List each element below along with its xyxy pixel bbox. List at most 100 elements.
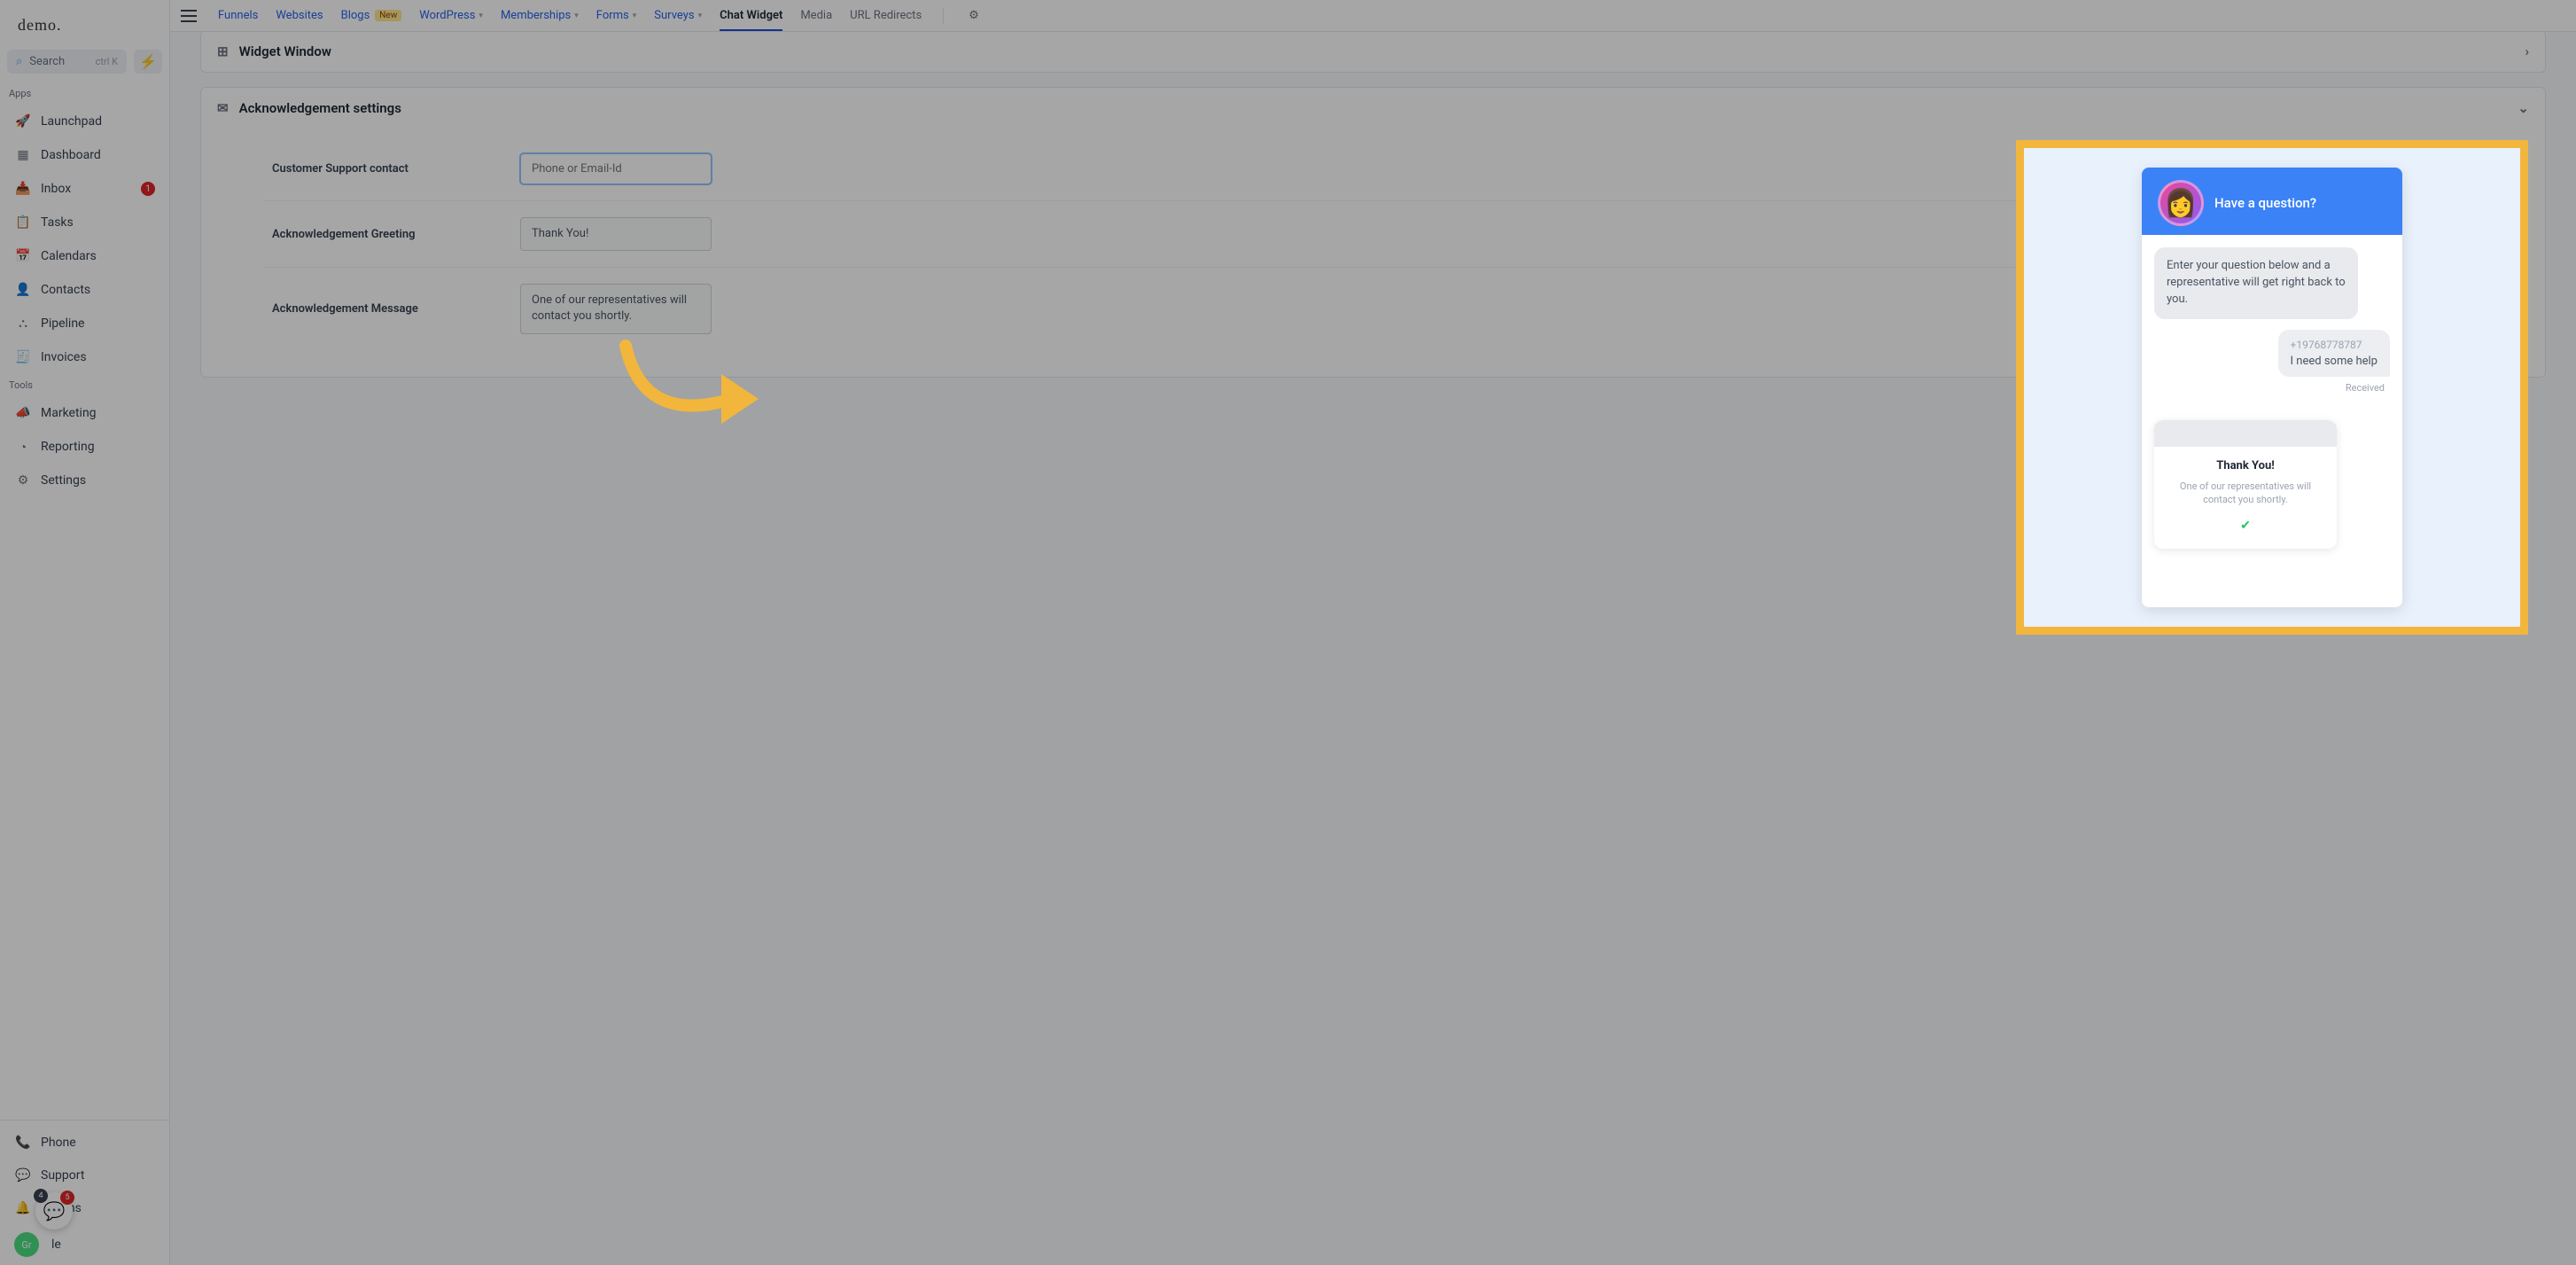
sidebar-item-dashboard[interactable]: ▦ Dashboard	[4, 139, 166, 171]
message-label: Acknowledgement Message	[272, 302, 520, 316]
sidebar-item-calendars[interactable]: 📅Calendars	[4, 240, 166, 272]
greeting-label: Acknowledgement Greeting	[272, 228, 520, 241]
sidebar-item-reporting[interactable]: ◔ Reporting	[4, 431, 166, 463]
chevron-down-icon: ▾	[698, 12, 703, 20]
nav-label: Surveys	[654, 9, 694, 22]
sidebar-item-phone[interactable]: 📞Phone	[4, 1127, 166, 1159]
thanks-desc: One of our representatives will contact …	[2165, 480, 2326, 507]
annotation-arrow	[617, 337, 776, 461]
sidebar-item-settings[interactable]: ⚙ Settings	[4, 465, 166, 496]
float-badge-dark: 4	[34, 1189, 48, 1203]
sidebar-item-inbox[interactable]: 📥 Inbox 1	[4, 173, 166, 205]
sidebar-item-profile[interactable]: Grle	[4, 1225, 166, 1264]
search-label: Search	[29, 55, 65, 68]
chevron-down-icon: ▾	[574, 12, 579, 20]
avatar: Gr	[14, 1232, 39, 1257]
mail-icon: ✉	[217, 100, 229, 116]
invoice-icon: 🧾	[14, 348, 32, 366]
chevron-right-icon: ›	[2525, 43, 2529, 59]
sidebar-item-label: Inbox	[41, 182, 71, 196]
nav-label: Forms	[596, 9, 629, 22]
nav-media[interactable]: Media	[800, 9, 832, 22]
user-phone: +19768778787	[2291, 339, 2378, 351]
contact-icon: 👤	[14, 281, 32, 299]
widget-window-panel: ⊞ Widget Window ›	[200, 32, 2546, 73]
agent-avatar	[2158, 180, 2204, 226]
sidebar-item-label: Reporting	[41, 440, 95, 454]
chevron-down-icon: ▾	[633, 12, 637, 20]
sidebar-item-label: le	[51, 1238, 61, 1252]
sidebar-item-support[interactable]: 💬Support	[4, 1160, 166, 1191]
sidebar-item-marketing[interactable]: 📣Marketing	[4, 397, 166, 429]
thanks-card: Thank You! One of our representatives wi…	[2154, 420, 2337, 550]
gear-icon: ⚙	[969, 9, 979, 22]
settings-gear[interactable]: ⚙	[969, 9, 979, 22]
panel-header-ack-settings[interactable]: ✉ Acknowledgement settings ⌄	[201, 88, 2545, 129]
floating-chat-button[interactable]: 💬 4 5	[35, 1192, 73, 1230]
sidebar: demo. ⌕ Search ctrl K ⚡ Apps 🚀Launchpad …	[0, 0, 170, 1265]
nav-surveys[interactable]: Surveys ▾	[654, 9, 702, 22]
chat-widget-preview: Have a question? Enter your question bel…	[2142, 168, 2402, 607]
sidebar-item-launchpad[interactable]: 🚀 Launchpad	[4, 105, 166, 137]
report-icon: ◔	[14, 438, 32, 456]
nav-label: Memberships	[501, 9, 571, 22]
intro-bubble: Enter your question below and a represen…	[2154, 247, 2358, 319]
sidebar-apps-label: Apps	[0, 82, 169, 105]
sidebar-item-pipeline[interactable]: ⛬ Pipeline	[4, 308, 166, 340]
tasks-icon: 📋	[14, 214, 32, 231]
menu-toggle[interactable]	[181, 10, 197, 22]
phone-icon: 📞	[14, 1134, 32, 1152]
sidebar-item-contacts[interactable]: 👤 Contacts	[4, 274, 166, 306]
inbox-badge: 1	[141, 182, 155, 196]
nav-chat-widget[interactable]: Chat Widget	[720, 9, 782, 31]
inbox-icon: 📥	[14, 180, 32, 198]
chat-header: Have a question?	[2142, 168, 2402, 235]
chevron-down-icon: ⌄	[2518, 100, 2529, 116]
float-badge-red: 5	[60, 1191, 74, 1205]
pipeline-icon: ⛬	[14, 315, 32, 332]
panel-header-widget-window[interactable]: ⊞ Widget Window ›	[201, 32, 2545, 72]
sidebar-item-tasks[interactable]: 📋Tasks	[4, 207, 166, 238]
greeting-input[interactable]: Thank You!	[520, 217, 712, 251]
rocket-icon: 🚀	[14, 113, 32, 130]
nav-funnels[interactable]: Funnels	[218, 9, 258, 22]
top-nav: Funnels Websites BlogsNew WordPress ▾ Mem…	[170, 0, 2576, 32]
user-bubble: +19768778787 I need some help	[2278, 330, 2390, 377]
nav-label: WordPress	[419, 9, 475, 22]
contact-input[interactable]	[520, 153, 712, 184]
bolt-button[interactable]: ⚡	[134, 50, 162, 74]
sidebar-item-label: Settings	[41, 473, 86, 488]
sidebar-item-label: Launchpad	[41, 114, 102, 129]
chat-preview-bg: Have a question? Enter your question bel…	[2024, 148, 2520, 627]
message-input[interactable]: One of our representatives will contact …	[520, 284, 712, 333]
nav-forms[interactable]: Forms ▾	[596, 9, 637, 22]
sidebar-item-notifications[interactable]: 🔔cations	[4, 1192, 166, 1224]
thanks-title: Thank You!	[2165, 459, 2326, 472]
check-icon: ✔	[2165, 519, 2326, 533]
grid-icon: ▦	[14, 146, 32, 164]
nav-blogs[interactable]: BlogsNew	[341, 9, 402, 22]
sidebar-item-label: Pipeline	[41, 316, 85, 331]
received-label: Received	[2346, 382, 2385, 394]
sidebar-item-invoices[interactable]: 🧾 Invoices	[4, 341, 166, 373]
chat-icon: 💬	[43, 1200, 66, 1222]
sidebar-item-label: Support	[41, 1168, 84, 1183]
contact-label: Customer Support contact	[272, 162, 520, 176]
chat-preview-frame: Have a question? Enter your question bel…	[2016, 140, 2528, 635]
search-icon: ⌕	[16, 55, 22, 68]
nav-memberships[interactable]: Memberships▾	[501, 9, 579, 22]
nav-websites[interactable]: Websites	[276, 9, 323, 22]
sidebar-tools-label: Tools	[0, 374, 169, 396]
sidebar-item-label: Invoices	[41, 350, 87, 364]
nav-wordpress[interactable]: WordPress ▾	[419, 9, 483, 22]
panel-title: Widget Window	[239, 43, 331, 59]
window-icon: ⊞	[217, 43, 229, 59]
chevron-down-icon: ▾	[479, 12, 483, 20]
sidebar-item-label: Contacts	[41, 283, 90, 297]
gear-icon: ⚙	[14, 472, 32, 489]
nav-url-redirects[interactable]: URL Redirects	[850, 9, 922, 22]
brand-text: demo.	[18, 16, 62, 35]
sidebar-item-label: Dashboard	[41, 148, 101, 162]
search-input[interactable]: ⌕ Search ctrl K	[7, 50, 127, 74]
panel-title: Acknowledgement settings	[239, 100, 401, 116]
